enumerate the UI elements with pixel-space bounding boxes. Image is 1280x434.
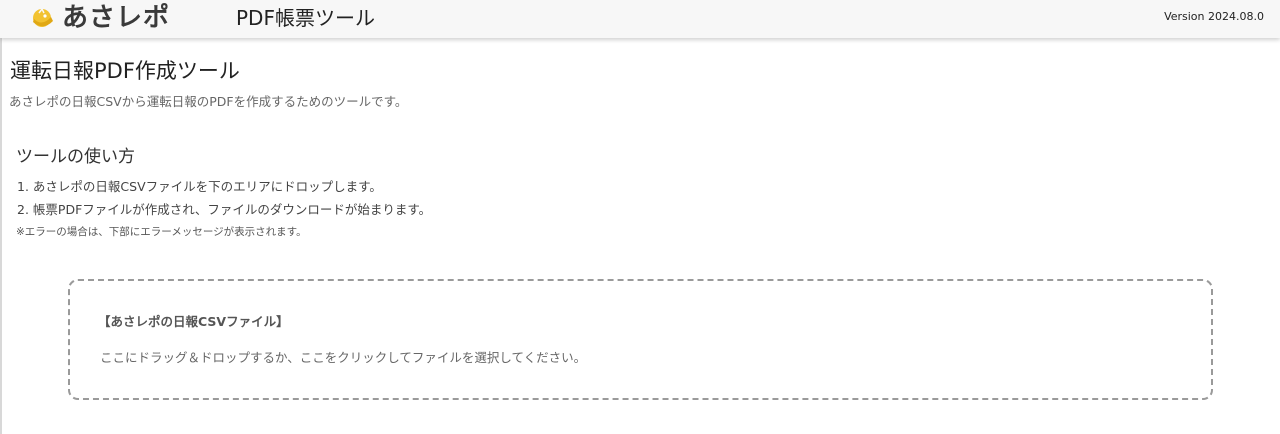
howto-step-2: 2. 帳票PDFファイルが作成され、ファイルのダウンロードが始まります。	[17, 202, 432, 217]
logo-text: あさレポ	[62, 3, 171, 33]
howto-heading: ツールの使い方	[16, 147, 135, 167]
version-label: Version 2024.08.0	[1164, 10, 1264, 23]
app-name: PDF帳票ツール	[236, 6, 375, 30]
csv-dropzone[interactable]: 【あさレポの日報CSVファイル】 ここにドラッグ＆ドロップするか、ここをクリック…	[68, 279, 1213, 400]
page-description: あさレポの日報CSVから運転日報のPDFを作成するためのツールです。	[9, 94, 408, 109]
left-border	[0, 38, 2, 434]
sun-logo-icon	[33, 7, 53, 27]
howto-step-1: 1. あさレポの日報CSVファイルを下のエリアにドロップします。	[17, 179, 382, 194]
error-note: ※エラーの場合は、下部にエラーメッセージが表示されます。	[16, 226, 307, 238]
page-title: 運転日報PDF作成ツール	[10, 59, 240, 83]
dropzone-title: 【あさレポの日報CSVファイル】	[98, 314, 289, 329]
logo[interactable]: あさレポ	[30, 2, 170, 34]
dropzone-instruction: ここにドラッグ＆ドロップするか、ここをクリックしてファイルを選択してください。	[100, 350, 587, 365]
app-header: あさレポ PDF帳票ツール Version 2024.08.0	[0, 0, 1280, 38]
